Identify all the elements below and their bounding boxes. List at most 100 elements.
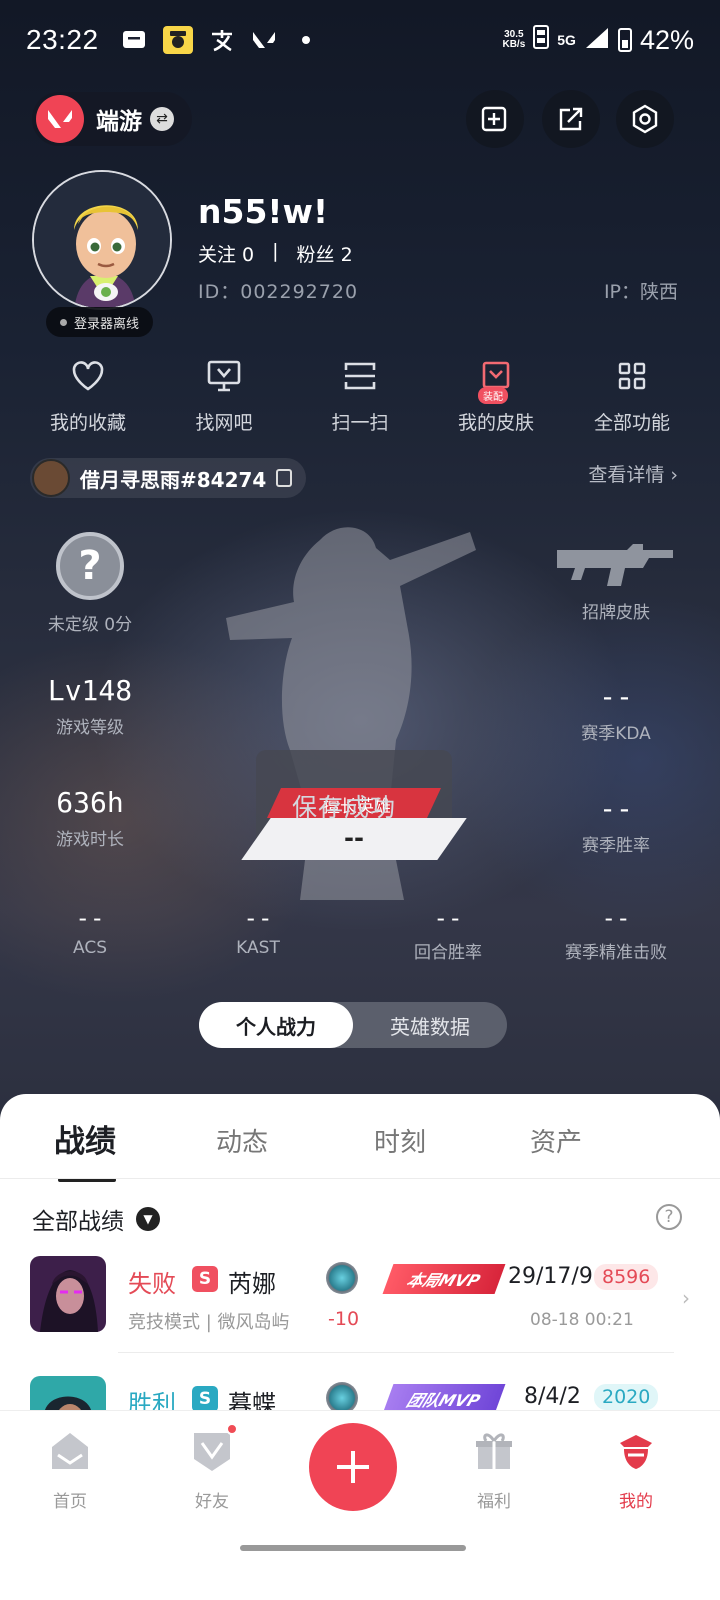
precision-stat: -- 赛季精准击败: [526, 904, 706, 963]
feature-label: 全部功能: [593, 412, 670, 434]
mvp-badge: 团队MVP: [382, 1384, 506, 1410]
toggle-hero-data[interactable]: 英雄数据: [353, 1002, 507, 1048]
follow-row: 关注 0 | 粉丝 2: [198, 240, 353, 267]
friends-icon: [190, 1423, 238, 1473]
nav-home[interactable]: 首页: [20, 1429, 120, 1512]
row-divider: [118, 1352, 674, 1353]
game-label: 端游: [96, 109, 142, 135]
tab-moments[interactable]: 时刻: [374, 1122, 426, 1159]
playtime-stat: 636h 游戏时长: [0, 786, 180, 850]
gesture-bar: [240, 1545, 466, 1551]
follow-divider: |: [272, 240, 279, 262]
tab-activity[interactable]: 动态: [216, 1122, 268, 1159]
account-avatar: [32, 459, 70, 497]
nav-label: 我的: [619, 1492, 653, 1512]
rank-delta: -10: [328, 1308, 360, 1330]
competitive-badge-icon: S: [192, 1386, 218, 1410]
feature-internet-cafe[interactable]: 找网吧: [158, 356, 290, 435]
kda-value: --: [599, 680, 633, 713]
heart-icon: [68, 356, 108, 396]
rank-label: 未定级 0分: [47, 615, 133, 635]
edit-card-icon: [481, 106, 507, 132]
match-score: 8596: [594, 1264, 659, 1290]
nav-welfare[interactable]: 福利: [444, 1429, 544, 1512]
feature-favorites[interactable]: 我的收藏: [22, 356, 154, 435]
feature-label: 我的收藏: [49, 412, 126, 434]
nickname: n55!w!: [198, 192, 329, 231]
agent-portrait-reyna: [30, 1256, 106, 1332]
nav-friends[interactable]: 好友: [162, 1423, 262, 1512]
dot-icon: [293, 28, 319, 52]
unranked-icon: ?: [56, 532, 124, 600]
create-post-button[interactable]: [309, 1423, 397, 1511]
acs-stat: -- ACS: [0, 904, 180, 958]
tab-records[interactable]: 战绩: [54, 1116, 116, 1161]
help-icon[interactable]: ?: [656, 1204, 682, 1230]
agent-name: 暮蝶: [228, 1390, 276, 1410]
tab-assets[interactable]: 资产: [530, 1122, 582, 1159]
chevron-down-icon: ▼: [136, 1207, 160, 1231]
skin-badge: 装配: [478, 387, 508, 404]
feature-label: 我的皮肤: [457, 412, 534, 434]
acs-value: --: [75, 904, 105, 932]
round-winrate-stat: -- 回合胜率: [358, 904, 538, 963]
tabs-divider: [0, 1178, 720, 1179]
toast-text-wrap: 保存成功: [256, 750, 452, 846]
toggle-personal-power[interactable]: 个人战力: [199, 1002, 353, 1048]
message-icon: [121, 28, 147, 52]
rank-stat[interactable]: ? 未定级 0分: [0, 532, 180, 635]
kast-stat: -- KAST: [168, 904, 348, 958]
gun-icon: [557, 544, 673, 586]
feature-all[interactable]: 全部功能: [566, 356, 698, 435]
feature-scan[interactable]: 扫一扫: [294, 356, 426, 435]
match-row[interactable]: 胜利 S 暮蝶 团队MVP 8/4/2 2020: [30, 1376, 690, 1410]
view-details-link[interactable]: 查看详情 ›: [588, 460, 678, 487]
signature-skin-stat[interactable]: 招牌皮肤: [526, 540, 706, 623]
level-label: 游戏等级: [56, 718, 124, 738]
monitor-icon: [204, 356, 244, 396]
home-icon: [48, 1429, 92, 1473]
mvp-badge: 本局MVP: [382, 1264, 506, 1294]
content-tabs: 战绩 动态 时刻 资产: [0, 1116, 720, 1182]
agent-name: 芮娜: [228, 1270, 276, 1298]
following-count[interactable]: 关注 0: [198, 240, 254, 267]
notification-dot: [226, 1423, 238, 1435]
edit-card-button[interactable]: [466, 90, 524, 148]
network-type: 5G: [557, 32, 576, 48]
battery-percent: 42%: [639, 24, 694, 55]
launcher-status-label: 登录器离线: [74, 316, 140, 332]
profile-icon: [614, 1429, 658, 1473]
records-filter[interactable]: 全部战绩 ▼: [32, 1202, 160, 1236]
status-bar: 23:22 30.5 KB/s 5G 42%: [0, 0, 720, 80]
kda-label: 赛季KDA: [581, 724, 651, 744]
level-stat: Lv148 游戏等级: [0, 674, 180, 738]
alipay-icon: [209, 28, 235, 52]
game-account[interactable]: 借月寻思雨#84274: [30, 458, 307, 498]
chevron-right-icon: ›: [682, 1286, 690, 1310]
playtime-value: 636h: [56, 786, 124, 819]
nav-label: 首页: [53, 1492, 87, 1512]
kda-stat: -- 赛季KDA: [526, 680, 706, 744]
status-dot: [60, 318, 67, 326]
fans-count[interactable]: 粉丝 2: [297, 240, 353, 267]
swap-icon: ⇄: [150, 107, 174, 131]
bottom-navigation: 首页 好友 福利 我的: [0, 1410, 720, 1600]
winrate-stat: -- 赛季胜率: [526, 792, 706, 856]
avatar[interactable]: [32, 170, 172, 310]
match-score: 2020: [594, 1384, 659, 1410]
settings-button[interactable]: [616, 90, 674, 148]
valorant-icon: [251, 28, 277, 52]
grid-icon: [612, 356, 652, 396]
match-row[interactable]: 失败 S 芮娜 竞技模式 | 微风岛屿 -10 本局MVP 29/17/9 85…: [30, 1256, 690, 1346]
feature-skins[interactable]: 装配 我的皮肤: [430, 356, 562, 435]
precision-label: 赛季精准击败: [565, 943, 667, 963]
agent-portrait-fade: [30, 1376, 106, 1410]
net-speed: 30.5 KB/s: [502, 30, 525, 50]
share-button[interactable]: [542, 90, 600, 148]
nav-me[interactable]: 我的: [586, 1429, 686, 1512]
match-kda: 29/17/9: [508, 1264, 593, 1289]
copy-icon[interactable]: [276, 469, 293, 487]
match-result: 胜利: [128, 1390, 176, 1410]
game-switcher[interactable]: 端游 ⇄: [32, 92, 192, 146]
feature-label: 扫一扫: [331, 412, 389, 434]
